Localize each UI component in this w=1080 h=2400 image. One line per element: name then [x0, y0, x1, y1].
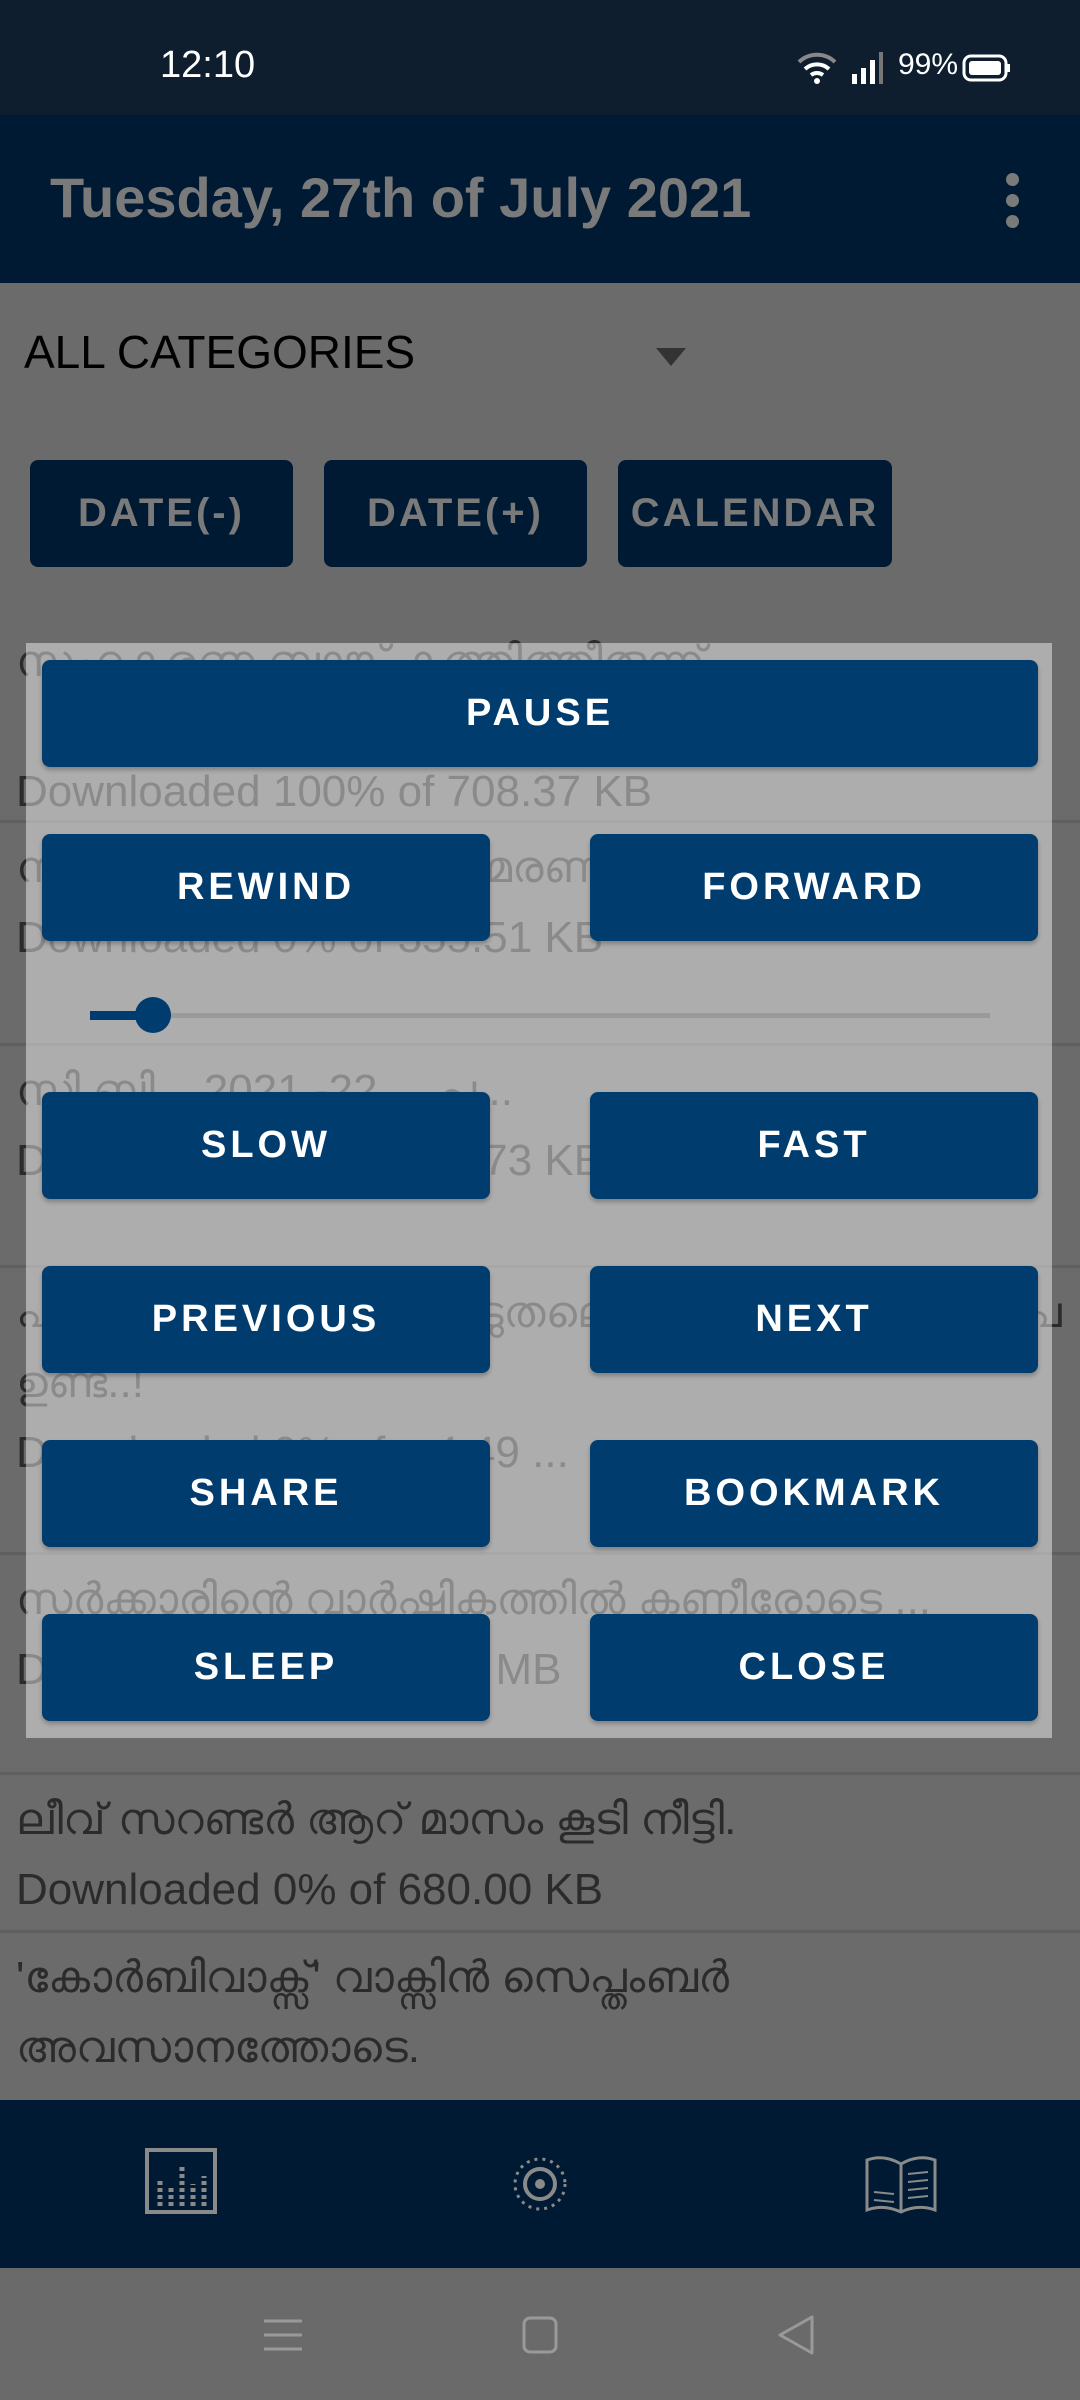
recents-icon[interactable] [264, 2318, 302, 2352]
close-button[interactable]: CLOSE [590, 1614, 1038, 1721]
back-icon[interactable] [776, 2314, 816, 2356]
player-dialog: PAUSE REWIND FORWARD SLOW FAST PREVIOUS … [26, 643, 1052, 1738]
more-vert-icon[interactable] [1000, 173, 1024, 229]
slow-button[interactable]: SLOW [42, 1092, 490, 1199]
download-status: Downloaded 0% of 680.00 KB [16, 1865, 604, 1914]
article-title: ലീവ് സറണ്ടർ ആറ് മാസം കൂടി നീട്ടി. [16, 1795, 737, 1844]
share-button[interactable]: SHARE [42, 1440, 490, 1547]
category-dropdown[interactable]: ALL CATEGORIES [0, 300, 700, 410]
sleep-button[interactable]: SLEEP [42, 1614, 490, 1721]
battery-percent: 99% [898, 48, 959, 81]
battery-icon [962, 54, 1010, 82]
category-selected: ALL CATEGORIES [24, 326, 416, 378]
bookmark-button[interactable]: BOOKMARK [590, 1440, 1038, 1547]
signal-icon [852, 52, 883, 84]
calendar-button[interactable]: CALENDAR [618, 460, 892, 567]
date-plus-button[interactable]: DATE(+) [324, 460, 587, 567]
previous-button[interactable]: PREVIOUS [42, 1266, 490, 1373]
list-item[interactable]: ലീവ് സറണ്ടർ ആറ് മാസം കൂടി നീട്ടി. Downloa… [0, 1775, 1080, 1933]
equalizer-icon[interactable] [145, 2148, 217, 2214]
seek-slider-thumb[interactable] [135, 997, 171, 1033]
home-icon[interactable] [522, 2316, 558, 2354]
seek-slider[interactable] [90, 1013, 990, 1018]
system-nav-bar [0, 2268, 1080, 2400]
wifi-icon [797, 52, 837, 84]
radio-icon[interactable] [512, 2156, 568, 2212]
book-icon[interactable] [864, 2154, 938, 2214]
date-minus-button[interactable]: DATE(-) [30, 460, 293, 567]
article-title: 'കോർബിവാക്സ്' വാക്സിൻ സെപ്തംബർ അവസാനത്തോ… [16, 1953, 729, 2072]
fast-button[interactable]: FAST [590, 1092, 1038, 1199]
clock: 12:10 [160, 44, 256, 86]
app-bar: Tuesday, 27th of July 2021 [0, 115, 1080, 283]
rewind-button[interactable]: REWIND [42, 834, 490, 941]
next-button[interactable]: NEXT [590, 1266, 1038, 1373]
status-bar: 12:10 99% [0, 0, 1080, 115]
page-title: Tuesday, 27th of July 2021 [50, 166, 752, 229]
bottom-nav [0, 2100, 1080, 2268]
pause-button[interactable]: PAUSE [42, 660, 1038, 767]
forward-button[interactable]: FORWARD [590, 834, 1038, 941]
chevron-down-icon [656, 348, 686, 366]
